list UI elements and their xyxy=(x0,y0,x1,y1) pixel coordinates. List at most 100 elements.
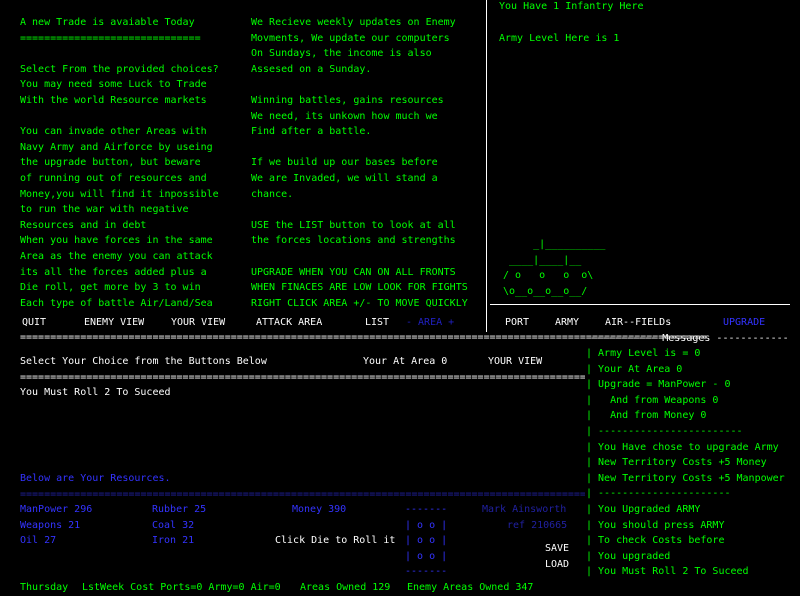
message-line: | Upgrade = ManPower - 0 xyxy=(586,379,731,391)
ship-art-line: \o__o__o__o__/ xyxy=(497,285,588,297)
message-line: | New Territory Costs +5 Manpower xyxy=(586,472,785,484)
briefing-line: On Sundays, the income is also xyxy=(251,48,432,60)
message-line: | And from Weapons 0 xyxy=(586,394,719,406)
message-line: | To check Costs before xyxy=(586,535,725,547)
status-rule: ========================================… xyxy=(20,373,585,383)
coal-value: Coal 32 xyxy=(152,520,195,531)
airfields-button[interactable]: AIR--FIELDs xyxy=(605,318,671,328)
army-level-here: Army Level Here is 1 xyxy=(499,33,620,44)
quit-button[interactable]: QUIT xyxy=(22,318,46,328)
briefing-line xyxy=(251,202,468,218)
briefing-line: Assesed on a Sunday. xyxy=(251,63,372,75)
briefing-line: Movments, We update our computers xyxy=(251,32,450,44)
select-prompt: Select Your Choice from the Buttons Belo… xyxy=(20,356,267,367)
right-panel-divider xyxy=(486,0,487,332)
die-row-1: | o o | xyxy=(405,520,448,531)
weapons-value: Weapons 21 xyxy=(20,520,81,531)
die-top: ------- xyxy=(405,504,448,515)
oil-value: Oil 27 xyxy=(20,535,57,546)
message-line: | You Must Roll 2 To Suceed xyxy=(586,566,749,578)
briefing-line: Each type of battle Air/Land/Sea xyxy=(20,297,213,309)
briefing-line: the upgrade button, but beware xyxy=(20,157,201,169)
message-line: | And from Money 0 xyxy=(586,410,707,422)
briefing-text-middle: We Recieve weekly updates on Enemy Movmen… xyxy=(251,15,468,311)
enemy-view-button[interactable]: ENEMY VIEW xyxy=(84,318,144,328)
author-credit: Mark Ainsworth xyxy=(482,504,567,515)
manpower-value: ManPower 296 xyxy=(20,504,93,515)
briefing-line: We are Invaded, we will stand a xyxy=(251,172,438,184)
message-line: | New Territory Costs +5 Money xyxy=(586,457,767,469)
briefing-line: We need, its unkown how much we xyxy=(251,110,438,122)
message-line: | You upgraded xyxy=(586,550,671,562)
areas-owned: Areas Owned 129 xyxy=(300,582,391,593)
army-button[interactable]: ARMY xyxy=(555,318,579,328)
briefing-line xyxy=(20,109,219,125)
die-row-2: | o o | xyxy=(405,535,448,546)
resources-rule: ========================================… xyxy=(20,490,585,500)
briefing-line: You can invade other Areas with xyxy=(20,126,207,138)
rubber-value: Rubber 25 xyxy=(152,504,207,515)
ship-art-line: ____|____|__ xyxy=(497,254,582,266)
briefing-line: Die roll, get more by 3 to win xyxy=(20,282,201,294)
briefing-line: of running out of resources and xyxy=(20,172,207,184)
attack-area-button[interactable]: ATTACK AREA xyxy=(256,318,322,328)
briefing-line: Area as the enemy you can attack xyxy=(20,250,213,262)
ship-graphic: _|__________ ____|____|__ / o o o o\ \o_… xyxy=(497,237,605,299)
messages-header: ----------- Messages ------------ xyxy=(590,333,789,344)
briefing-line: to run the war with negative xyxy=(20,204,189,216)
briefing-line: When you have forces in the same xyxy=(20,235,213,247)
briefing-line xyxy=(251,77,468,93)
message-line: | Your At Area 0 xyxy=(586,363,683,375)
briefing-line: WHEN FINACES ARE LOW LOOK FOR FIGHTS xyxy=(251,282,468,294)
briefing-line: Navy Army and Airforce by useing xyxy=(20,141,213,153)
ship-art-line: _|__________ xyxy=(497,239,606,250)
message-line: | You Have chose to upgrade Army xyxy=(586,441,779,453)
briefing-line: Select From the provided choices? xyxy=(20,63,219,75)
briefing-line: Find after a battle. xyxy=(251,126,372,138)
die-bottom: ------- xyxy=(405,566,448,577)
upgrade-button[interactable]: UPGRADE xyxy=(723,318,765,328)
briefing-line: You may need some Luck to Trade xyxy=(20,79,207,91)
resources-heading: Below are Your Resources. xyxy=(20,473,171,484)
your-view-button[interactable]: YOUR VIEW xyxy=(171,318,225,328)
area-stepper[interactable]: - AREA + xyxy=(406,318,454,328)
save-button[interactable]: SAVE xyxy=(545,544,569,554)
last-week-costs: LstWeek Cost Ports=0 Army=0 Air=0 xyxy=(82,582,281,593)
current-day: Thursday xyxy=(20,582,69,593)
briefing-line: Winning battles, gains resources xyxy=(251,94,444,106)
briefing-line: ============================== xyxy=(20,32,201,44)
briefing-line: With the world Resource markets xyxy=(20,94,207,106)
port-button[interactable]: PORT xyxy=(505,318,529,328)
briefing-line: A new Trade is avaiable Today xyxy=(20,17,195,28)
message-line: | You Upgraded ARMY xyxy=(586,504,701,515)
message-line: | ------------------------ xyxy=(586,426,743,437)
briefing-text-left: A new Trade is avaiable Today ===========… xyxy=(20,15,219,311)
briefing-line: If we build up our bases before xyxy=(251,157,438,169)
money-value: Money 390 xyxy=(292,504,347,515)
roll-requirement: You Must Roll 2 To Suceed xyxy=(20,387,171,398)
briefing-line: UPGRADE WHEN YOU CAN ON ALL FRONTS xyxy=(251,266,456,278)
briefing-line xyxy=(20,46,219,62)
iron-value: Iron 21 xyxy=(152,535,195,546)
reference-number: ref 210665 xyxy=(507,520,568,531)
briefing-line: chance. xyxy=(251,188,294,200)
current-area: Your At Area 0 xyxy=(363,356,448,367)
infantry-count: You Have 1 Infantry Here xyxy=(499,1,644,12)
die-row-3: | o o | xyxy=(405,551,448,562)
load-button[interactable]: LOAD xyxy=(545,560,569,570)
current-view: YOUR VIEW xyxy=(488,356,543,367)
briefing-line: the forces locations and strengths xyxy=(251,235,456,247)
message-line: | Army Level is = 0 xyxy=(586,348,701,359)
list-button[interactable]: LIST xyxy=(365,318,389,328)
briefing-line: its all the forces added plus a xyxy=(20,266,207,278)
briefing-line: USE the LIST button to look at all xyxy=(251,219,456,231)
briefing-line xyxy=(251,140,468,156)
message-line: | You should press ARMY xyxy=(586,519,725,531)
enemy-areas-owned: Enemy Areas Owned 347 xyxy=(407,582,534,593)
briefing-line xyxy=(251,249,468,265)
briefing-line: RIGHT CLICK AREA +/- TO MOVE QUICKLY xyxy=(251,297,468,309)
roll-die-prompt: Click Die to Roll it xyxy=(275,535,396,546)
message-line: | ---------------------- xyxy=(586,488,731,500)
right-panel-baseline xyxy=(490,304,790,305)
ship-art-line: / o o o o\ xyxy=(497,270,594,281)
